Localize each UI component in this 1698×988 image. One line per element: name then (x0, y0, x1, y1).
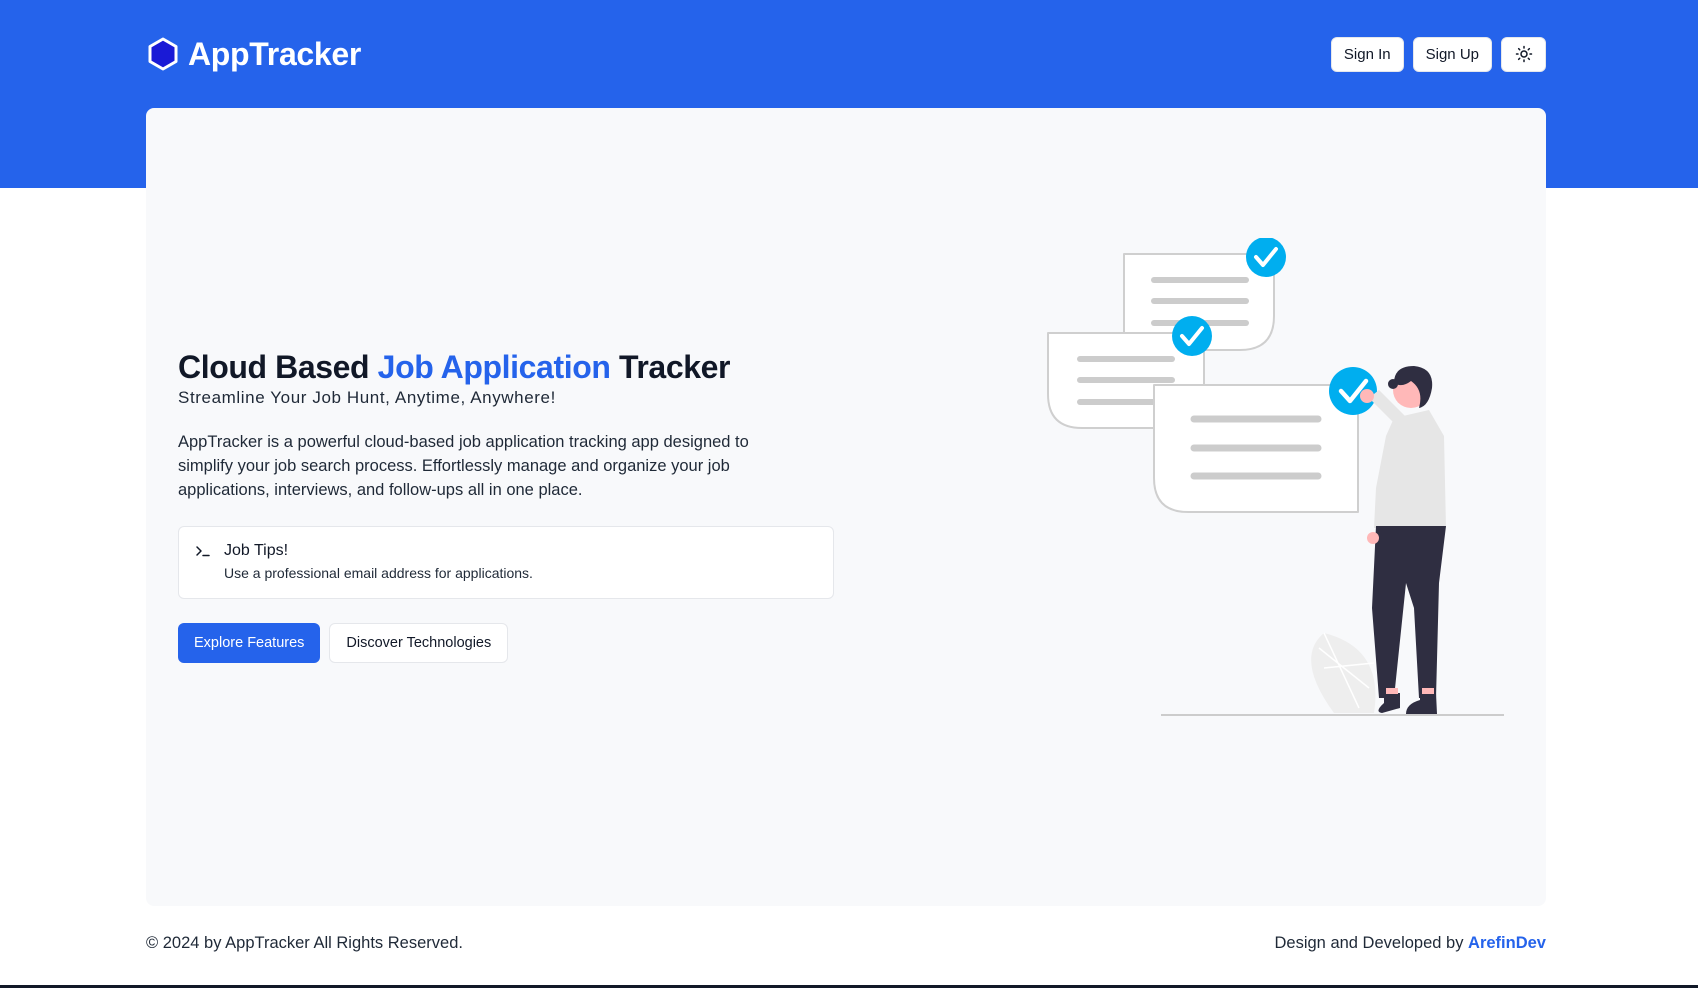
check-icon (1246, 238, 1286, 277)
hero-subtitle: Streamline Your Job Hunt, Anytime, Anywh… (178, 388, 556, 407)
sign-up-button[interactable]: Sign Up (1412, 36, 1492, 72)
brand-name: AppTracker (188, 35, 362, 72)
footer: © 2024 by AppTracker All Rights Reserved… (146, 934, 1546, 953)
hero-title-prefix: Cloud Based (178, 349, 378, 385)
brand-logo[interactable]: AppTracker (146, 36, 361, 73)
job-tip-alert: Job Tips! Use a professional email addre… (178, 526, 834, 599)
hero-title-accent: Job Application (377, 349, 611, 385)
developer-link[interactable]: ArefinDev (1468, 934, 1546, 952)
theme-toggle-button[interactable] (1501, 36, 1546, 72)
person-checking-documents-illustration (1047, 238, 1504, 716)
tip-text: Use a professional email address for app… (224, 565, 533, 581)
credit-text: Design and Developed by ArefinDev (1275, 934, 1547, 953)
person-figure (1360, 366, 1446, 714)
sign-in-button[interactable]: Sign In (1330, 36, 1404, 72)
credit-prefix: Design and Developed by (1274, 934, 1469, 952)
navbar: AppTracker Sign In Sign Up (146, 0, 1546, 108)
explore-features-button[interactable]: Explore Features (178, 623, 321, 663)
discover-technologies-button[interactable]: Discover Technologies (329, 623, 509, 663)
hexagon-icon (148, 37, 178, 71)
hero-title: Cloud Based Job Application Tracker (178, 348, 838, 386)
nav-actions: Sign In Sign Up (1330, 36, 1546, 72)
tip-title: Job Tips! (224, 542, 289, 559)
check-icon (1172, 316, 1212, 356)
hero-card: Cloud Based Job Application Tracker Stre… (146, 108, 1546, 906)
hero-description: AppTracker is a powerful cloud-based job… (178, 433, 749, 499)
copyright-text: © 2024 by AppTracker All Rights Reserved… (146, 934, 463, 952)
sun-icon (1515, 45, 1532, 63)
hero-content: Cloud Based Job Application Tracker Stre… (178, 348, 838, 663)
terminal-icon (196, 546, 210, 557)
document-card-front (1153, 384, 1359, 513)
hero-buttons: Explore Features Discover Technologies (178, 623, 838, 663)
plant-decoration (1311, 632, 1376, 713)
hero-title-suffix: Tracker (610, 349, 731, 385)
